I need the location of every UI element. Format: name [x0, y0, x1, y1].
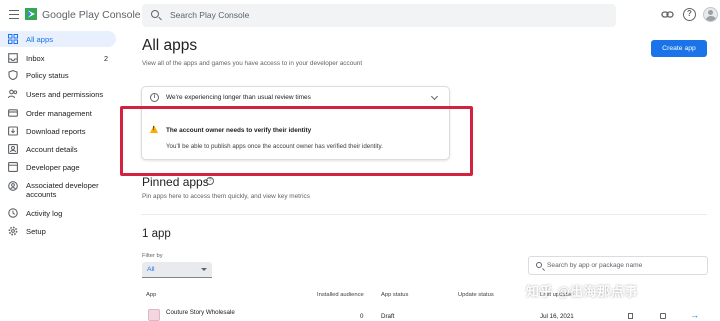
- create-app-button[interactable]: Create app: [651, 40, 707, 57]
- annotation-highlight-box: [120, 106, 473, 176]
- dropdown-arrow-icon: [201, 268, 207, 271]
- sidebar-item-users-and-permissions[interactable]: Users and permissions: [0, 86, 116, 102]
- page-title: All apps: [142, 37, 198, 54]
- divider: [141, 214, 707, 215]
- sidebar-item-label: Account details: [26, 144, 78, 154]
- history-icon: [8, 208, 18, 218]
- installed-audience-value: 0: [360, 313, 364, 320]
- sidebar-item-label: Inbox: [26, 53, 45, 63]
- sidebar-item-setup[interactable]: Setup: [0, 223, 116, 239]
- info-icon: i: [150, 93, 159, 102]
- apps-count-title: 1 app: [142, 228, 171, 240]
- pinned-apps-subtitle: Pin apps here to access them quickly, an…: [142, 193, 310, 200]
- column-header-app-status[interactable]: App status: [381, 292, 408, 298]
- play-console-logo-icon: [25, 8, 37, 20]
- help-icon[interactable]: ?: [206, 177, 214, 185]
- top-app-bar: Google Play Console Search Play Console …: [0, 0, 720, 30]
- sidebar-item-associated-developer-accounts[interactable]: Associated developer accounts: [0, 179, 116, 203]
- menu-icon[interactable]: [9, 10, 19, 19]
- sidebar-item-label: Users and permissions: [26, 89, 104, 99]
- inbox-count-badge: 2: [104, 53, 108, 63]
- search-placeholder[interactable]: Search Play Console: [170, 10, 249, 20]
- arrow-right-icon[interactable]: →: [690, 311, 699, 320]
- search-icon: [151, 10, 159, 18]
- sidebar-nav: All apps Inbox 2 Policy status Users and…: [0, 30, 120, 321]
- users-icon: [8, 89, 18, 99]
- search-bar[interactable]: Search Play Console: [142, 4, 616, 27]
- app-search-placeholder: Search by app or package name: [547, 262, 643, 269]
- gear-icon: [8, 226, 18, 236]
- column-header-update-status[interactable]: Update status: [458, 292, 494, 298]
- sidebar-item-label: Developer page: [26, 162, 80, 172]
- linked-accounts-icon: [8, 181, 18, 191]
- sidebar-item-label: Associated developer accounts: [26, 181, 99, 199]
- sidebar-item-label: Activity log: [26, 208, 63, 218]
- help-icon[interactable]: ?: [683, 8, 696, 21]
- pinned-apps-title: Pinned apps: [142, 175, 209, 189]
- avatar[interactable]: [703, 7, 718, 22]
- search-icon: [536, 262, 542, 268]
- sidebar-item-policy-status[interactable]: Policy status: [0, 67, 116, 83]
- review-times-text: We're experiencing longer than usual rev…: [166, 94, 311, 101]
- bookmark-icon[interactable]: [628, 313, 633, 319]
- sidebar-item-label: Policy status: [26, 70, 69, 80]
- download-icon: [8, 126, 18, 136]
- shield-icon: [8, 70, 18, 80]
- app-status-value: Draft: [381, 313, 395, 320]
- sidebar-item-activity-log[interactable]: Activity log: [0, 205, 116, 221]
- pin-icon[interactable]: [660, 313, 666, 319]
- sidebar-item-all-apps[interactable]: All apps: [0, 31, 116, 47]
- sidebar-item-inbox[interactable]: Inbox 2: [0, 50, 116, 66]
- sidebar-item-label: Download reports: [26, 126, 86, 136]
- app-icon: [148, 309, 160, 321]
- card-icon: [8, 109, 18, 117]
- inbox-icon: [8, 53, 18, 63]
- sidebar-item-developer-page[interactable]: Developer page: [0, 159, 116, 175]
- sidebar-item-label: Setup: [26, 226, 46, 236]
- page-subtitle: View all of the apps and games you have …: [142, 60, 363, 67]
- sidebar-item-label: Order management: [26, 108, 92, 118]
- column-header-app[interactable]: App: [146, 292, 156, 298]
- filter-label: Filter by: [142, 253, 163, 259]
- app-search-input[interactable]: Search by app or package name: [528, 256, 708, 275]
- filter-select[interactable]: All: [142, 262, 212, 278]
- account-icon: [8, 144, 18, 154]
- grid-icon: [8, 34, 18, 44]
- sidebar-item-label: All apps: [26, 34, 54, 44]
- watermark-text: 知乎 @出海那点事: [526, 284, 638, 299]
- chevron-down-icon[interactable]: [430, 92, 439, 101]
- last-updated-value: Jul 16, 2021: [540, 313, 574, 320]
- sidebar-item-download-reports[interactable]: Download reports: [0, 123, 116, 139]
- sidebar-item-order-management[interactable]: Order management: [0, 105, 116, 121]
- filter-value: All: [147, 266, 155, 273]
- page-icon: [8, 162, 18, 172]
- column-header-installed-audience[interactable]: Installed audience: [317, 292, 364, 298]
- link-icon[interactable]: [661, 8, 674, 21]
- app-name[interactable]: Couture Story Wholesale: [166, 309, 235, 316]
- sidebar-item-account-details[interactable]: Account details: [0, 141, 116, 157]
- brand-title[interactable]: Google Play Console: [42, 9, 141, 21]
